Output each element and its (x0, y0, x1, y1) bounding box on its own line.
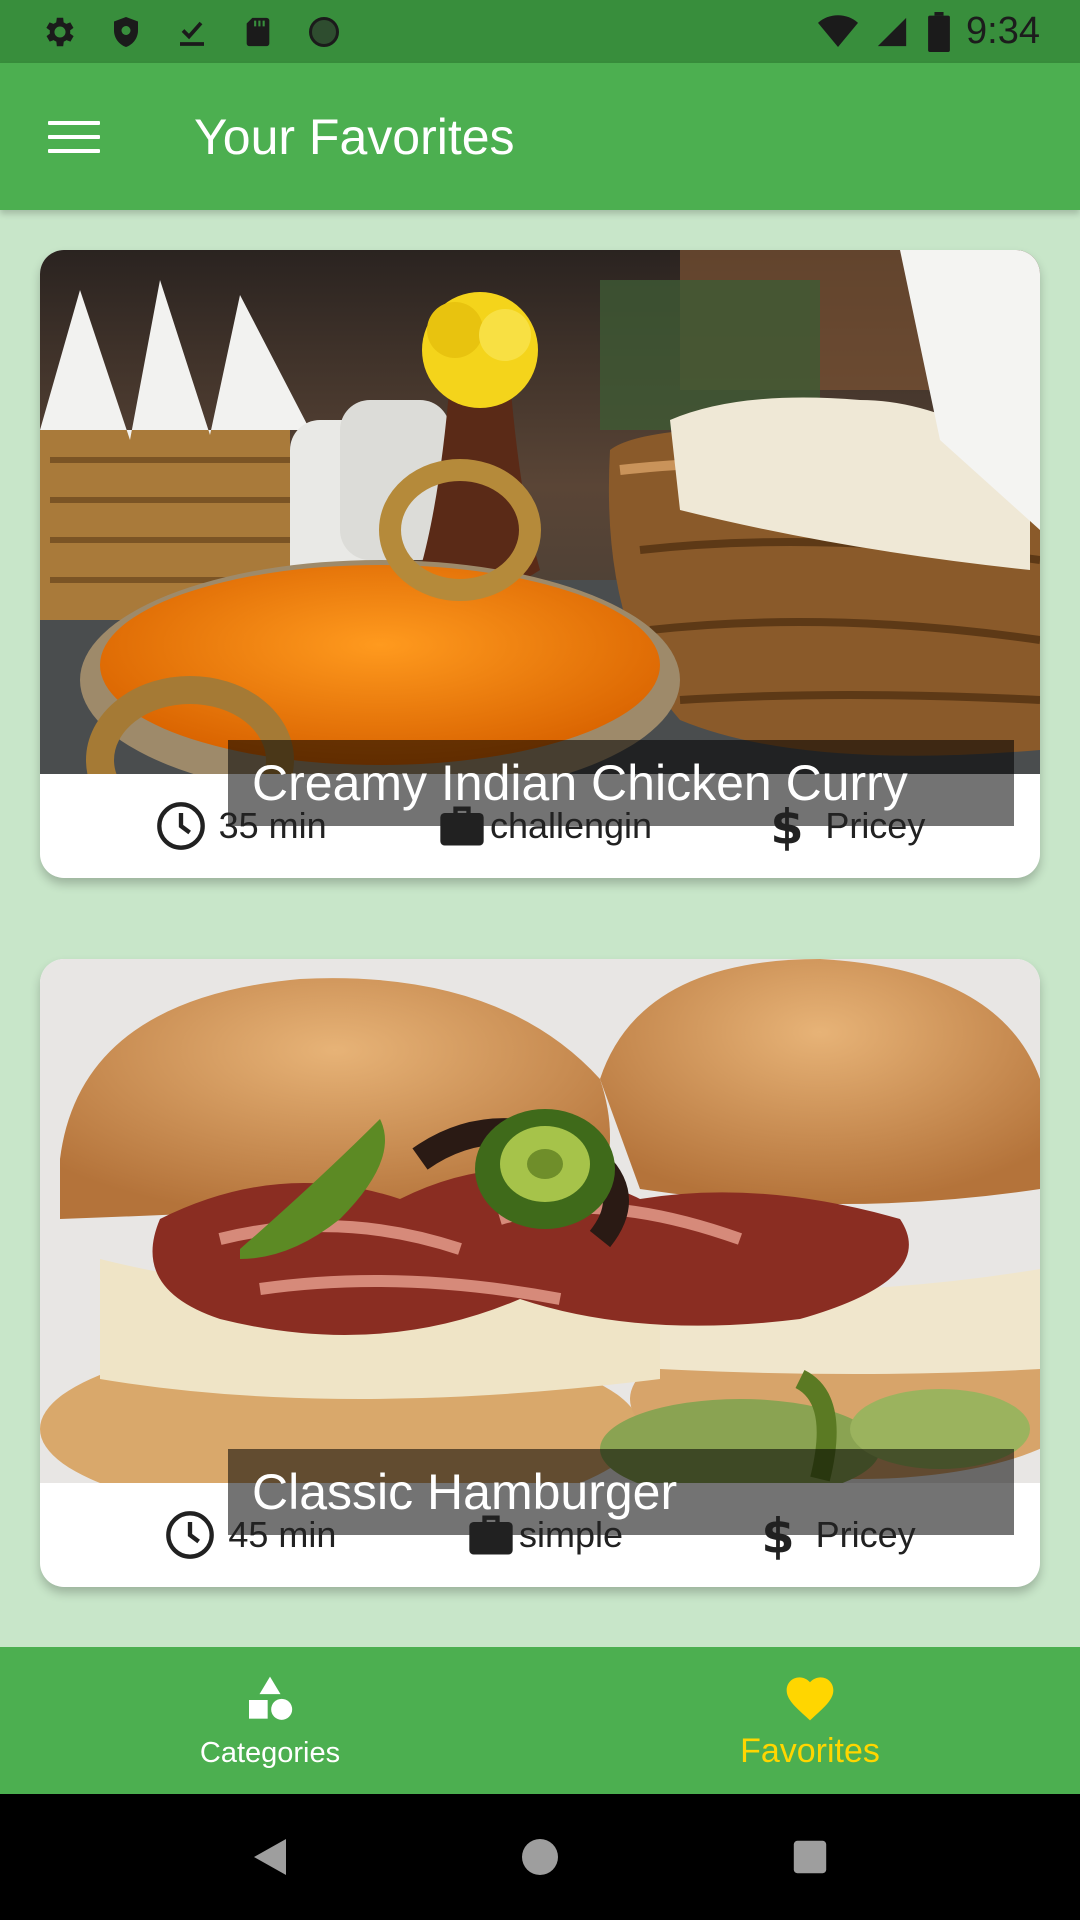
tab-favorites[interactable]: Favorites (540, 1647, 1080, 1794)
heart-icon (782, 1671, 838, 1728)
meal-info-row: 35 min challengin $ Pricey (40, 774, 1040, 878)
wifi-icon (818, 12, 859, 52)
signal-icon (872, 12, 912, 52)
home-icon[interactable] (510, 1827, 570, 1887)
page-title: Your Favorites (194, 108, 515, 165)
app-bar: Your Favorites (0, 63, 1080, 210)
recents-icon[interactable] (780, 1827, 840, 1887)
clock-icon (155, 800, 207, 852)
complexity-info: challengin (436, 800, 652, 852)
affordability-info: $ Pricey (752, 1509, 916, 1561)
svg-text:$: $ (761, 1509, 794, 1561)
duration-text: 45 min (228, 1514, 337, 1555)
meal-image (40, 250, 1040, 774)
duration-info: 35 min (155, 800, 327, 852)
tab-categories-label: Categories (199, 1736, 341, 1769)
duration-text: 35 min (218, 805, 327, 846)
battery-icon (926, 11, 952, 52)
menu-icon[interactable] (46, 117, 102, 157)
sd-card-icon (238, 12, 278, 52)
affordability-info: $ Pricey (761, 800, 926, 852)
tab-categories[interactable]: Categories (0, 1647, 540, 1794)
category-shapes-icon (242, 1672, 298, 1733)
status-bar: 9:34 (0, 0, 1080, 63)
affordability-text: Pricey (815, 1514, 916, 1555)
dollar-icon: $ (752, 1509, 804, 1561)
complexity-text: challengin (489, 805, 653, 846)
meal-card[interactable]: Classic Hamburger 45 min simple $ Pricey (40, 959, 1040, 1587)
complexity-text: simple (519, 1514, 624, 1555)
meal-image (40, 959, 1040, 1483)
dollar-icon: $ (761, 800, 813, 852)
back-icon[interactable] (240, 1827, 300, 1887)
tab-favorites-label: Favorites (740, 1731, 880, 1770)
svg-text:$: $ (771, 800, 804, 852)
briefcase-icon (465, 1509, 517, 1561)
status-time: 9:34 (966, 10, 1040, 52)
bottom-navigation: Categories Favorites (0, 1647, 1080, 1794)
circle-icon (304, 12, 344, 52)
favorites-list[interactable]: Creamy Indian Chicken Curry 35 min chall… (0, 210, 1080, 1647)
briefcase-icon (436, 800, 488, 852)
check-download-icon (172, 12, 212, 52)
affordability-text: Pricey (825, 805, 926, 846)
complexity-info: simple (465, 1509, 623, 1561)
settings-icon (40, 12, 80, 52)
meal-info-row: 45 min simple $ Pricey (40, 1483, 1040, 1587)
duration-info: 45 min (164, 1509, 336, 1561)
meal-card[interactable]: Creamy Indian Chicken Curry 35 min chall… (40, 250, 1040, 878)
system-navigation-bar (0, 1794, 1080, 1920)
clock-icon (164, 1509, 216, 1561)
shield-icon (106, 12, 146, 52)
